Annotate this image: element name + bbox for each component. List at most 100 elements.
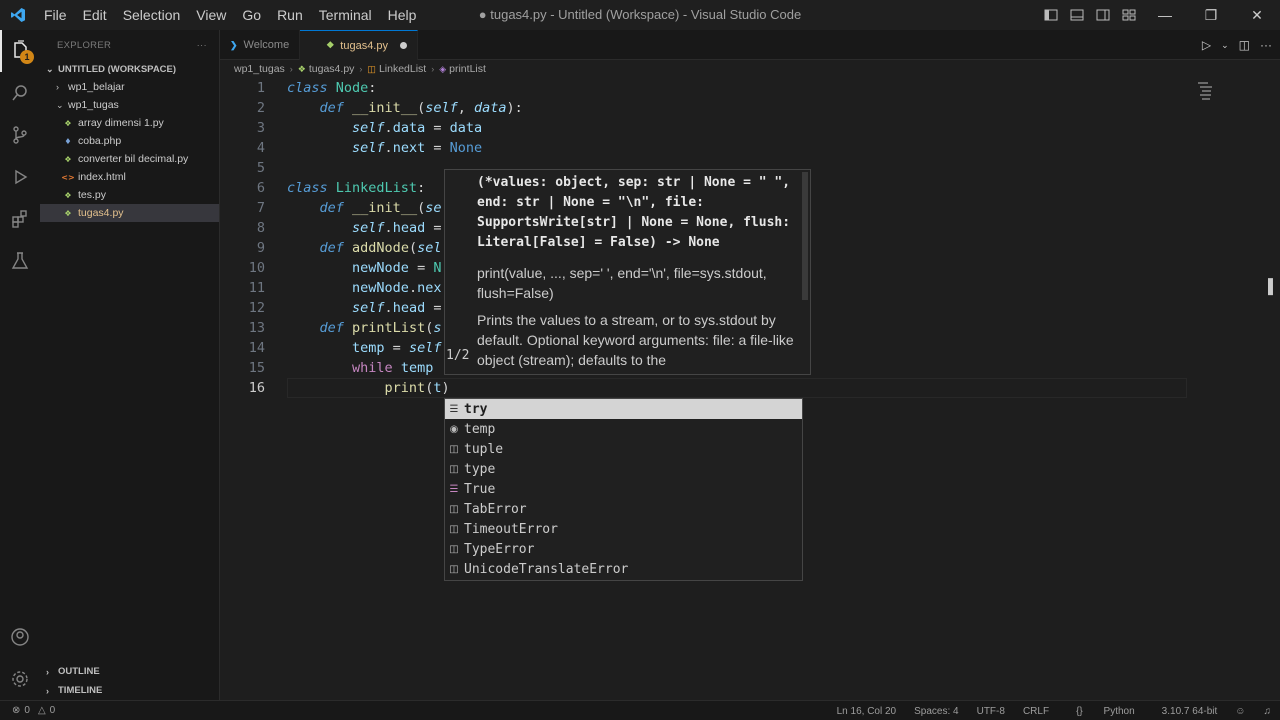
vscode-icon: ❯	[230, 39, 238, 50]
minimap[interactable]	[1192, 78, 1220, 108]
line-number: 9	[256, 240, 265, 256]
menu-run[interactable]: Run	[269, 7, 311, 23]
folder-wp1-belajar[interactable]: › wp1_belajar	[40, 78, 219, 96]
customize-layout-icon[interactable]	[1116, 0, 1142, 30]
folder-label: wp1_tugas	[68, 99, 119, 111]
problems-indicator[interactable]: ⊗ 0 △ 0	[0, 705, 55, 716]
account-icon[interactable]	[0, 616, 40, 658]
outline-section[interactable]: › OUTLINE	[40, 662, 220, 681]
file-array-dimensi[interactable]: ❖ array dimensi 1.py	[40, 114, 219, 132]
chevron-right-icon: ›	[46, 666, 49, 677]
toggle-sidebar-icon[interactable]	[1038, 0, 1064, 30]
error-count: 0	[24, 705, 30, 716]
breadcrumb-file[interactable]: tugas4.py	[309, 63, 355, 75]
suggestion-item[interactable]: ◉ temp	[445, 419, 802, 439]
overload-counter[interactable]: 1/2	[446, 348, 469, 363]
source-control-icon[interactable]	[0, 114, 40, 156]
menu-edit[interactable]: Edit	[75, 7, 115, 23]
run-debug-icon[interactable]	[0, 156, 40, 198]
folder-wp1-tugas[interactable]: ⌄ wp1_tugas	[40, 96, 219, 114]
manage-gear-icon[interactable]	[0, 658, 40, 700]
menu-view[interactable]: View	[188, 7, 234, 23]
python-icon: ❖	[64, 118, 72, 128]
scrollbar-thumb[interactable]: ▌	[1268, 278, 1278, 294]
testing-icon[interactable]	[0, 240, 40, 282]
tab-tugas4-py[interactable]: ❖ tugas4.py	[300, 30, 418, 60]
file-index-html[interactable]: <> index.html	[40, 168, 219, 186]
suggestion-item[interactable]: ◫ TabError	[445, 499, 802, 519]
file-label: tes.py	[78, 189, 107, 201]
split-editor-icon[interactable]: ◫	[1239, 38, 1250, 52]
python-interpreter[interactable]: 3.10.7 64-bit	[1153, 706, 1227, 717]
breadcrumb-method[interactable]: printList	[449, 63, 486, 75]
file-tes-py[interactable]: ❖ tes.py	[40, 186, 219, 204]
chevron-right-icon: ›	[289, 64, 293, 74]
line-ending[interactable]: CRLF	[1014, 706, 1058, 717]
close-button[interactable]: ✕	[1234, 0, 1280, 30]
file-coba-php[interactable]: ♦ coba.php	[40, 132, 219, 150]
suggestion-label: TypeError	[464, 541, 535, 557]
code-text: while temp	[352, 360, 434, 376]
menu-go[interactable]: Go	[234, 7, 269, 23]
line-number: 8	[256, 220, 265, 236]
suggestion-item[interactable]: ◫ TypeError	[445, 539, 802, 559]
file-label: array dimensi 1.py	[78, 117, 164, 129]
restore-button[interactable]: ❐	[1188, 0, 1234, 30]
encoding[interactable]: UTF-8	[968, 706, 1014, 717]
suggestion-item[interactable]: ☰ True	[445, 479, 802, 499]
sidebar-bottom-sections: › OUTLINE › TIMELINE	[40, 662, 220, 700]
suggestion-item[interactable]: ◫ tuple	[445, 439, 802, 459]
class-icon: ◫	[449, 523, 459, 535]
indentation[interactable]: Spaces: 4	[905, 706, 967, 717]
run-python-file-icon[interactable]: ▷	[1202, 38, 1211, 52]
menu-file[interactable]: File	[36, 7, 75, 23]
file-label: tugas4.py	[78, 207, 124, 219]
file-converter[interactable]: ❖ converter bil decimal.py	[40, 150, 219, 168]
line-number: 11	[248, 280, 265, 296]
suggestion-item[interactable]: ◫ UnicodeTranslateError	[445, 559, 802, 579]
line-number: 10	[248, 260, 265, 276]
chevron-down-icon: ⌄	[46, 63, 54, 74]
hint-scrollbar[interactable]	[802, 172, 808, 300]
menu-help[interactable]: Help	[380, 7, 425, 23]
more-actions-icon[interactable]: ···	[1260, 38, 1272, 52]
unsaved-dot-icon[interactable]	[399, 42, 407, 49]
more-actions-icon[interactable]: ···	[197, 40, 207, 51]
file-tugas4-py[interactable]: ❖ tugas4.py	[40, 204, 219, 222]
menu-terminal[interactable]: Terminal	[311, 7, 380, 23]
chevron-down-icon: ⌄	[56, 99, 64, 110]
breadcrumb-class[interactable]: LinkedList	[379, 63, 426, 75]
explorer-icon[interactable]: 1	[0, 30, 40, 72]
toggle-panel-icon[interactable]	[1064, 0, 1090, 30]
keyword-icon: ☰	[449, 483, 459, 495]
documentation-description: Prints the values to a stream, or to sys…	[477, 312, 794, 368]
search-icon[interactable]	[0, 72, 40, 114]
menu-selection[interactable]: Selection	[115, 7, 189, 23]
code-text: newNode.nex	[352, 280, 442, 296]
explorer-header: EXPLORER ···	[40, 30, 219, 60]
language-mode[interactable]: {} Python	[1058, 706, 1153, 717]
suggestion-item[interactable]: ◫ type	[445, 459, 802, 479]
vscode-logo-icon	[0, 0, 36, 30]
chevron-down-icon[interactable]: ⌄	[1221, 40, 1229, 51]
suggestion-item[interactable]: ☰ try	[445, 399, 802, 419]
tab-welcome[interactable]: ❯ Welcome	[220, 30, 301, 60]
editor-tabs: ❯ Welcome ❖ tugas4.py ▷ ⌄ ◫ ···	[220, 30, 1280, 60]
minimize-button[interactable]: —	[1142, 0, 1188, 30]
workspace-section[interactable]: ⌄ UNTITLED (WORKSPACE)	[40, 60, 219, 78]
warning-icon: △	[37, 705, 46, 716]
extensions-icon[interactable]	[0, 198, 40, 240]
feedback-icon[interactable]: ☺	[1226, 706, 1254, 717]
chevron-right-icon: ›	[431, 64, 435, 74]
code-text: newNode = N	[352, 260, 442, 276]
code-text: self.next = None	[352, 140, 483, 156]
notifications-bell-icon[interactable]: ♫	[1255, 706, 1280, 717]
breadcrumb-folder[interactable]: wp1_tugas	[234, 63, 285, 75]
code-text: self.data = data	[352, 120, 483, 136]
suggestion-item[interactable]: ◫ TimeoutError	[445, 519, 802, 539]
status-bar: ⊗ 0 △ 0 Ln 16, Col 20 Spaces: 4 UTF-8 CR…	[0, 700, 1280, 720]
class-icon: ◫	[449, 543, 459, 555]
timeline-section[interactable]: › TIMELINE	[40, 681, 220, 700]
cursor-position[interactable]: Ln 16, Col 20	[828, 706, 906, 717]
toggle-secondary-sidebar-icon[interactable]	[1090, 0, 1116, 30]
